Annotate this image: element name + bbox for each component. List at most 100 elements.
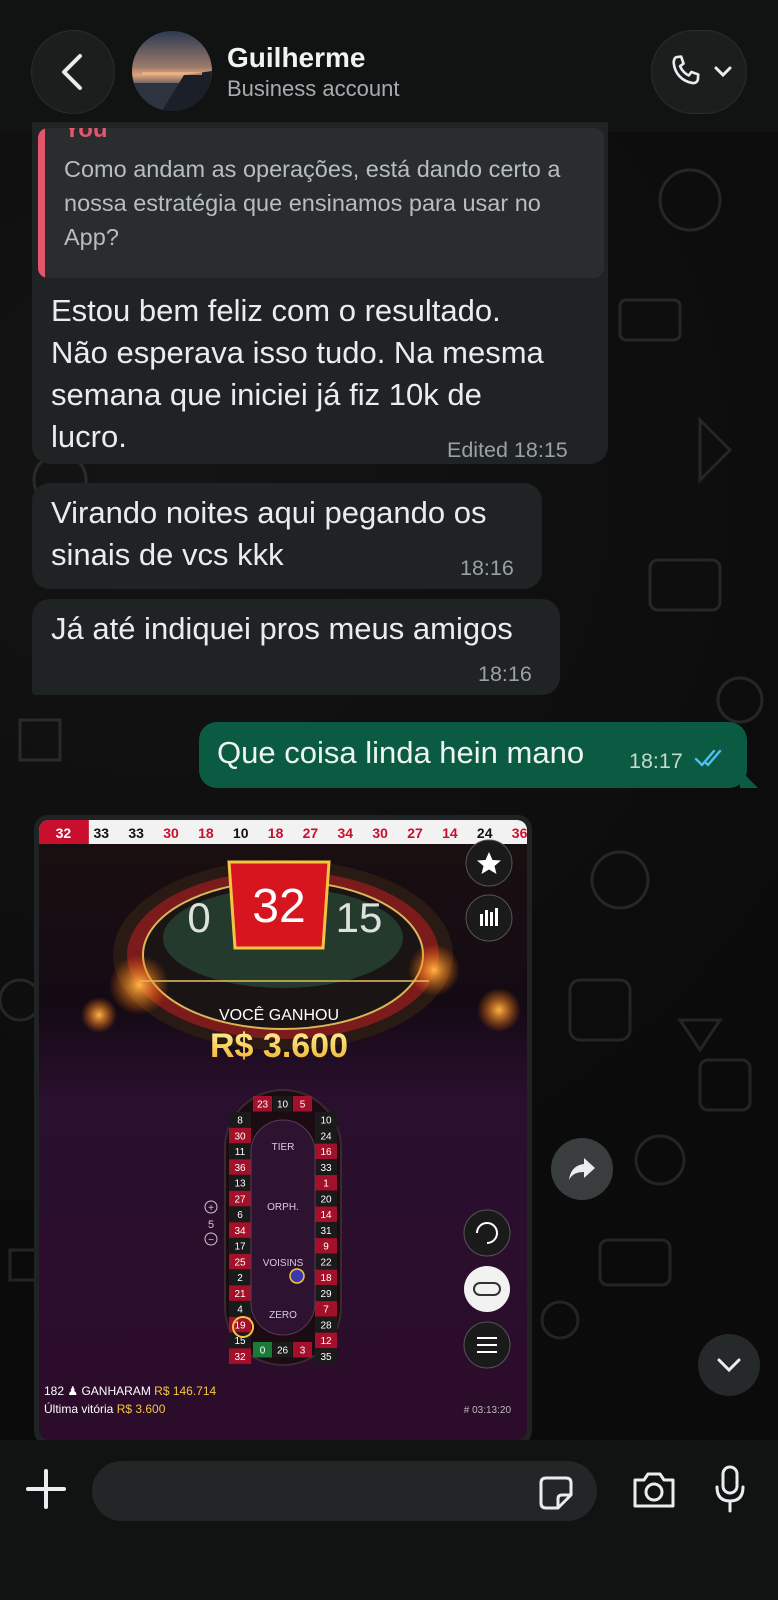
racetrack-number: 2	[237, 1273, 243, 1284]
section-tier: TIER	[272, 1142, 295, 1153]
result-right: 15	[336, 894, 383, 941]
bubble-tail	[740, 770, 758, 788]
plus-icon[interactable]	[24, 1467, 68, 1511]
forward-icon	[569, 1158, 595, 1180]
history-number: 33	[128, 825, 144, 841]
win-label: VOCÊ GANHOU	[219, 1005, 339, 1024]
racetrack-number: 4	[237, 1305, 243, 1316]
players-count: 182	[44, 1384, 64, 1398]
quoted-text: Como andam as operações, está dando cert…	[64, 156, 561, 250]
contact-subtitle: Business account	[227, 76, 400, 101]
racetrack-number: 13	[234, 1179, 246, 1190]
roulette-graphic: 32 33 33 30 18 10 18 27 34 30 27 14 24 36 0 32 15 VOC…	[39, 820, 527, 1416]
message-text: Já até indiquei pros meus amigos	[51, 611, 513, 646]
racetrack-number: 35	[320, 1352, 332, 1363]
racetrack-number: 19	[234, 1320, 246, 1331]
racetrack-number: 30	[234, 1131, 246, 1142]
back-button[interactable]	[31, 30, 115, 114]
racetrack-number: 1	[323, 1179, 329, 1190]
round-id: # 03:13:20	[464, 1405, 512, 1416]
history-number: 14	[442, 825, 458, 841]
history-number: 18	[268, 825, 284, 841]
racetrack-number: 33	[320, 1163, 332, 1174]
racetrack-number: 8	[237, 1116, 243, 1127]
racetrack-number: 18	[320, 1273, 332, 1284]
chevron-down-icon	[714, 66, 732, 78]
racetrack-number: 10	[277, 1100, 289, 1111]
history-number: 33	[93, 825, 109, 841]
racetrack-number: 21	[234, 1289, 246, 1300]
camera-icon[interactable]	[631, 1470, 677, 1510]
racetrack-number: 20	[320, 1194, 332, 1205]
back-icon	[62, 54, 82, 90]
zoom-value: 5	[208, 1219, 214, 1231]
racetrack-number: 9	[323, 1242, 329, 1253]
history-number: 32	[56, 825, 72, 841]
history-number: 18	[198, 825, 214, 841]
racetrack-number: 25	[234, 1257, 246, 1268]
message-input-container[interactable]	[92, 1461, 597, 1521]
racetrack-number: 29	[320, 1289, 332, 1300]
racetrack-number: 22	[320, 1257, 332, 1268]
contact-avatar[interactable]	[132, 31, 212, 111]
racetrack-number: 23	[257, 1100, 269, 1111]
racetrack-number: 11	[235, 1147, 246, 1158]
message-time: 18:16	[460, 556, 514, 580]
svg-text:−: −	[208, 1235, 214, 1246]
racetrack-number: 27	[234, 1194, 246, 1205]
sticker-icon[interactable]	[538, 1475, 574, 1511]
forward-button[interactable]	[551, 1138, 613, 1200]
chevron-down-icon	[717, 1358, 741, 1373]
mic-icon[interactable]	[713, 1465, 747, 1513]
history-number: 10	[233, 825, 249, 841]
quoted-author: You	[64, 128, 108, 143]
racetrack-number: 32	[234, 1352, 246, 1363]
last-win-label: Última vitória	[44, 1401, 114, 1416]
last-win-amount: R$ 3.600	[117, 1402, 166, 1416]
message-line: Virando noites aqui pegando os	[51, 495, 487, 530]
won-amount: R$ 146.714	[154, 1384, 216, 1398]
message-line: sinais de vcs kkk	[51, 537, 284, 572]
phone-icon	[672, 55, 700, 85]
svg-text:Última vitória R$ 3.600: Última vitória R$ 3.600	[44, 1401, 166, 1416]
racetrack-number: 0	[260, 1346, 266, 1357]
scroll-down-button[interactable]	[698, 1334, 760, 1396]
contact-name[interactable]: Guilherme	[227, 42, 365, 74]
racetrack-number: 36	[234, 1163, 246, 1174]
racetrack-number: 24	[320, 1131, 332, 1142]
win-amount: R$ 3.600	[210, 1027, 348, 1065]
read-receipt-icon	[694, 749, 722, 767]
message-bubble-outgoing[interactable]: Que coisa linda hein mano 18:17	[199, 722, 747, 788]
svg-text:+: +	[208, 1203, 214, 1214]
message-line: Estou bem feliz com o resultado.	[51, 293, 501, 328]
racetrack-number: 14	[320, 1210, 332, 1221]
history-number: 30	[163, 825, 179, 841]
history-number: 27	[303, 825, 319, 841]
message-text: Virando noites aqui pegando os sinais de…	[51, 492, 531, 576]
message-text: Estou bem feliz com o resultado. Não esp…	[51, 290, 601, 458]
racetrack-number: 17	[234, 1242, 246, 1253]
racetrack-number: 3	[300, 1346, 306, 1357]
racetrack-number: 28	[320, 1320, 332, 1331]
message-input[interactable]	[112, 1461, 512, 1521]
racetrack-number: 5	[300, 1100, 306, 1111]
image-message[interactable]: 32 33 33 30 18 10 18 27 34 30 27 14 24 36 0 32 15 VOC…	[34, 815, 532, 1445]
call-button[interactable]	[651, 30, 747, 114]
message-line: semana que iniciei já fiz 10k de	[51, 377, 482, 412]
history-number: 34	[337, 825, 353, 841]
section-zero: ZERO	[269, 1310, 297, 1321]
history-number: 24	[477, 825, 493, 841]
message-line: Não esperava isso tudo. Na mesma	[51, 335, 544, 370]
message-time: 18:17	[629, 749, 683, 773]
racetrack-number: 34	[234, 1226, 246, 1237]
message-text: Que coisa linda hein mano	[217, 735, 585, 770]
roulette-screenshot[interactable]: 32 33 33 30 18 10 18 27 34 30 27 14 24 36 0 32 15 VOC…	[39, 820, 527, 1440]
section-voisins: VOISINS	[263, 1258, 304, 1269]
quote-accent-bar	[38, 128, 45, 278]
section-orph: ORPH.	[267, 1202, 299, 1213]
quoted-message[interactable]: You Como andam as operações, está dando …	[38, 128, 604, 278]
racetrack-number: 12	[320, 1336, 332, 1347]
message-time: 18:16	[478, 662, 532, 686]
result-main: 32	[252, 880, 305, 933]
racetrack-number: 26	[277, 1346, 289, 1357]
